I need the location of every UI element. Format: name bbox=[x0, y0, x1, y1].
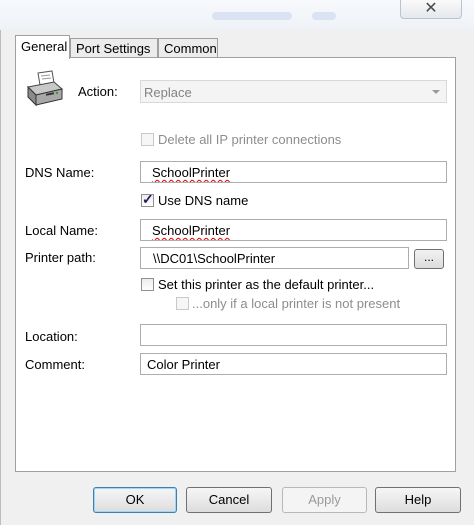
use-dns-checkbox[interactable]: ✓ bbox=[141, 191, 154, 207]
browse-label: ... bbox=[423, 250, 434, 264]
local-name-field[interactable]: SchoolPrinter bbox=[140, 219, 447, 241]
location-label: Location: bbox=[25, 329, 78, 344]
delete-ip-label: Delete all IP printer connections bbox=[158, 132, 342, 147]
comment-field[interactable]: Color Printer bbox=[140, 353, 447, 375]
delete-ip-checkbox[interactable] bbox=[141, 133, 154, 146]
cancel-button[interactable]: Cancel bbox=[186, 487, 272, 513]
default-printer-label: Set this printer as the default printer.… bbox=[158, 277, 375, 292]
action-label: Action: bbox=[78, 84, 118, 99]
comment-label: Comment: bbox=[25, 357, 85, 372]
dns-name-label: DNS Name: bbox=[25, 165, 95, 180]
printer-path-field[interactable]: \\DC01\SchoolPrinter bbox=[140, 247, 409, 269]
chevron-down-icon bbox=[432, 90, 440, 94]
printer-path-value: \\DC01\SchoolPrinter bbox=[153, 251, 276, 266]
dns-name-value: SchoolPrinter bbox=[152, 165, 231, 180]
printer-icon bbox=[26, 70, 64, 107]
help-button[interactable]: Help bbox=[375, 487, 461, 513]
default-printer-checkbox[interactable] bbox=[141, 278, 154, 291]
only-if-local-checkbox[interactable] bbox=[176, 297, 189, 310]
dns-name-field[interactable]: SchoolPrinter bbox=[140, 161, 447, 183]
ok-button[interactable]: OK bbox=[93, 487, 177, 513]
only-if-local-label: ...only if a local printer is not presen… bbox=[192, 296, 401, 311]
action-select[interactable]: Replace bbox=[140, 80, 447, 103]
local-name-value: SchoolPrinter bbox=[152, 223, 231, 238]
checkmark-icon: ✓ bbox=[142, 191, 154, 207]
apply-button[interactable]: Apply bbox=[282, 487, 367, 513]
printer-path-label: Printer path: bbox=[25, 250, 96, 265]
panel-content: Action: Replace Delete all IP printer co… bbox=[0, 0, 474, 525]
local-name-label: Local Name: bbox=[25, 223, 98, 238]
location-field[interactable] bbox=[140, 324, 447, 346]
comment-value: Color Printer bbox=[147, 357, 220, 372]
action-value: Replace bbox=[144, 85, 192, 100]
browse-button[interactable]: ... bbox=[414, 249, 444, 269]
use-dns-label: Use DNS name bbox=[158, 193, 249, 208]
